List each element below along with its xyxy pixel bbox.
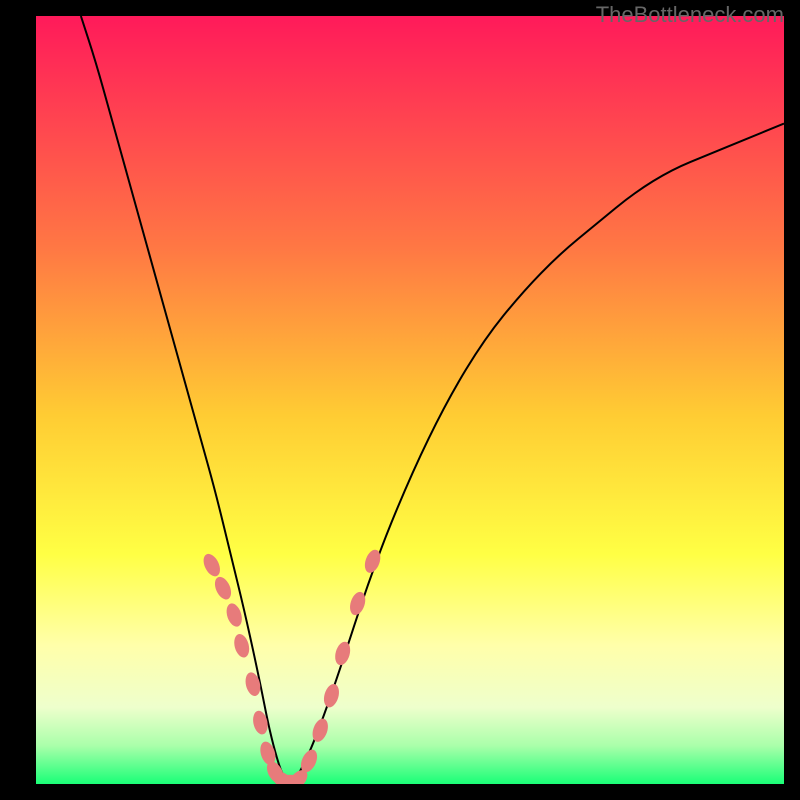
bottleneck-chart: [36, 16, 784, 784]
gradient-background: [36, 16, 784, 784]
watermark-text: TheBottleneck.com: [596, 2, 784, 28]
chart-svg: [36, 16, 784, 784]
